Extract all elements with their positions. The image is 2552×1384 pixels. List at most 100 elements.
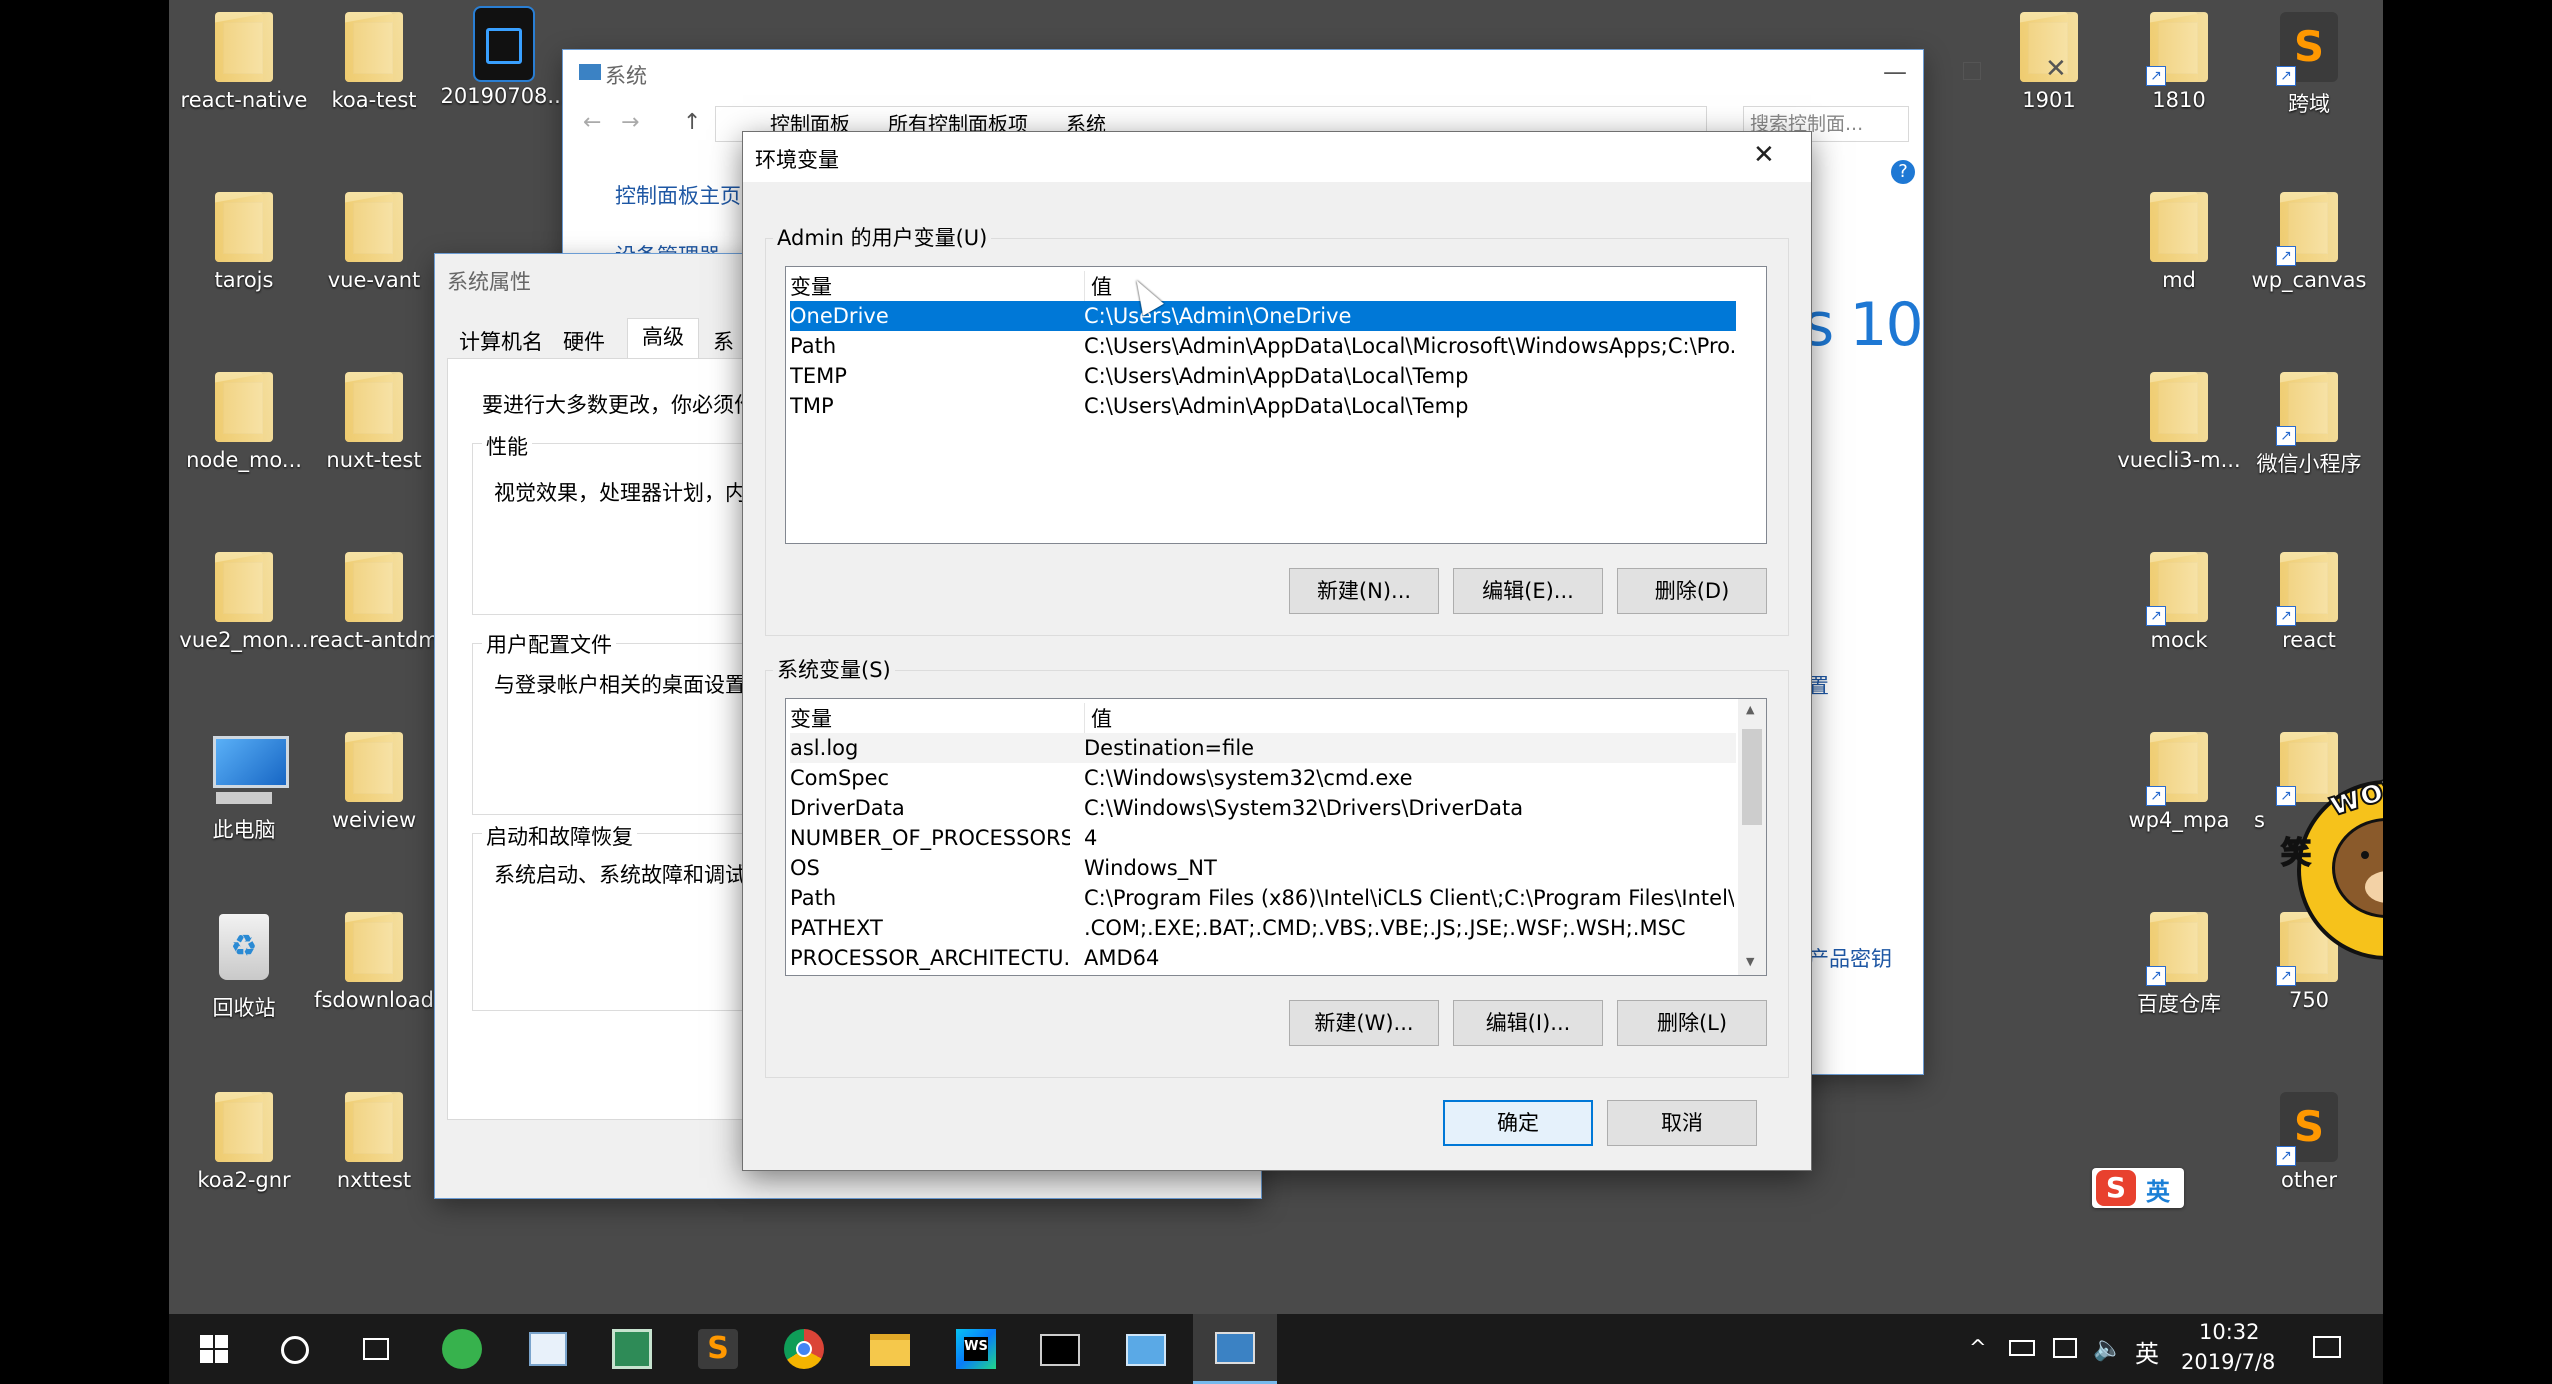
desktop-icon-this-pc[interactable]: 此电脑: [179, 732, 309, 844]
clock-date[interactable]: 2019/7/8: [2181, 1350, 2275, 1374]
tab-advanced[interactable]: 高级: [627, 318, 699, 359]
table-row[interactable]: DriverData C:\Windows\System32\Drivers\D…: [790, 793, 1736, 823]
taskbar-app-chrome[interactable]: [781, 1326, 827, 1372]
user-delete-button[interactable]: 删除(D): [1617, 568, 1767, 614]
table-row[interactable]: ComSpec C:\Windows\system32\cmd.exe: [790, 763, 1736, 793]
desktop-icon-video[interactable]: 20190708...: [439, 6, 569, 108]
help-icon[interactable]: ?: [1891, 160, 1915, 184]
network-icon[interactable]: [2053, 1338, 2077, 1358]
var-value: 4: [1084, 826, 1098, 850]
desktop-icon-recycle-bin[interactable]: ♻ 回收站: [179, 912, 309, 1022]
taskbar-app-sublime[interactable]: S: [695, 1326, 741, 1372]
tab-system-protection[interactable]: 系: [713, 326, 734, 356]
desktop-icon-fsdownload[interactable]: fsdownload: [309, 912, 439, 1012]
user-edit-button[interactable]: 编辑(E)...: [1453, 568, 1603, 614]
volume-icon[interactable]: 🔈: [2093, 1334, 2123, 1362]
scroll-up-arrow-icon[interactable]: ▲: [1746, 703, 1754, 716]
battery-icon[interactable]: [2009, 1340, 2035, 1356]
cancel-button[interactable]: 取消: [1607, 1100, 1757, 1146]
desktop-icon-mock[interactable]: ↗ mock: [2114, 552, 2244, 652]
desktop-icon-vue2-mon[interactable]: vue2_mon...: [179, 552, 309, 652]
scroll-down-arrow-icon[interactable]: ▼: [1746, 955, 1754, 968]
taskbar-app-system-active[interactable]: [1193, 1314, 1277, 1384]
sidebar-link-home[interactable]: 控制面板主页: [615, 180, 741, 210]
user-variables-list[interactable]: 变量 值 OneDrive C:\Users\Admin\OneDrive Pa…: [785, 266, 1767, 544]
desktop-icon-other[interactable]: S ↗ other: [2244, 1092, 2374, 1192]
table-row[interactable]: TEMP C:\Users\Admin\AppData\Local\Temp: [790, 361, 1736, 391]
ok-button[interactable]: 确定: [1443, 1100, 1593, 1146]
maximize-button[interactable]: [1963, 62, 1981, 80]
desktop-icon-cors[interactable]: S ↗ 跨域: [2244, 12, 2374, 118]
taskbar-app-notes[interactable]: [609, 1326, 655, 1372]
ime-badge-lang: 英: [2146, 1178, 2170, 1206]
desktop-icon-baidu-repo[interactable]: ↗ 百度仓库: [2114, 912, 2244, 1018]
action-center-icon[interactable]: [2313, 1336, 2341, 1358]
close-button[interactable]: ✕: [2045, 54, 2067, 84]
back-arrow-icon[interactable]: ←: [583, 110, 601, 135]
table-row[interactable]: OS Windows_NT: [790, 853, 1736, 883]
table-row[interactable]: asl.log Destination=file: [790, 733, 1736, 763]
taskbar-app-control-panel[interactable]: [1123, 1326, 1169, 1372]
system-new-button[interactable]: 新建(W)...: [1289, 1000, 1439, 1046]
table-row[interactable]: NUMBER_OF_PROCESSORS 4: [790, 823, 1736, 853]
system-delete-button[interactable]: 删除(L): [1617, 1000, 1767, 1046]
desktop-icon-label: mock: [2150, 628, 2208, 652]
taskbar-app-wechat[interactable]: [439, 1326, 485, 1372]
table-row[interactable]: OneDrive C:\Users\Admin\OneDrive: [790, 301, 1736, 331]
desktop-icon-md[interactable]: md: [2114, 192, 2244, 292]
desktop-icon-wp4-mpa[interactable]: ↗ wp4_mpa: [2114, 732, 2244, 832]
forward-arrow-icon[interactable]: →: [621, 110, 639, 135]
table-row[interactable]: PROCESSOR_ARCHITECTU... AMD64: [790, 943, 1736, 973]
table-row[interactable]: Path C:\Users\Admin\AppData\Local\Micros…: [790, 331, 1736, 361]
desktop-icon-wp-canvas[interactable]: ↗ wp_canvas: [2244, 192, 2374, 292]
desktop-icon-nxttest[interactable]: nxttest: [309, 1092, 439, 1192]
start-button[interactable]: [191, 1326, 237, 1372]
desktop-icon-nuxt-test[interactable]: nuxt-test: [309, 372, 439, 472]
cortana-button[interactable]: [271, 1326, 317, 1372]
env-dialog-close-button[interactable]: ✕: [1753, 140, 1775, 170]
ime-floating-badge[interactable]: S 英: [2092, 1168, 2184, 1208]
taskbar-app-explorer[interactable]: [867, 1326, 913, 1372]
column-header-variable[interactable]: 变量: [790, 271, 832, 301]
desktop-icon-wechat-miniprogram[interactable]: ↗ 微信小程序: [2244, 372, 2374, 478]
settings-link[interactable]: 置: [1808, 670, 1829, 700]
scroll-thumb[interactable]: [1742, 729, 1762, 825]
tray-overflow-arrow-icon[interactable]: ^: [1969, 1336, 1987, 1360]
var-value: Destination=file: [1084, 736, 1255, 760]
ime-language-indicator[interactable]: 英: [2135, 1334, 2159, 1369]
desktop-icon-react[interactable]: ↗ react: [2244, 552, 2374, 652]
system-list-scrollbar[interactable]: ▲ ▼: [1738, 699, 1766, 975]
product-key-link[interactable]: 产品密钥: [1808, 943, 1892, 973]
system-window-icon: [579, 64, 601, 80]
table-row[interactable]: TMP C:\Users\Admin\AppData\Local\Temp: [790, 391, 1736, 421]
system-variables-label: 系统变量(S): [773, 654, 895, 684]
up-arrow-icon[interactable]: ↑: [683, 110, 701, 135]
system-edit-button[interactable]: 编辑(I)...: [1453, 1000, 1603, 1046]
minimize-button[interactable]: —: [1883, 58, 1907, 86]
tab-computer-name[interactable]: 计算机名: [459, 326, 543, 356]
desktop-icon-tarojs[interactable]: tarojs: [179, 192, 309, 292]
desktop-icon-1810[interactable]: ↗ 1810: [2114, 12, 2244, 112]
task-view-button[interactable]: [353, 1326, 399, 1372]
desktop-icon-vuecli3[interactable]: vuecli3-m...: [2114, 372, 2244, 472]
column-header-value[interactable]: 值: [1084, 271, 1112, 301]
tab-hardware[interactable]: 硬件: [563, 326, 605, 356]
user-new-button[interactable]: 新建(N)...: [1289, 568, 1439, 614]
var-name: NUMBER_OF_PROCESSORS: [790, 826, 1070, 850]
desktop-icon-node-modules[interactable]: node_mo...: [179, 372, 309, 472]
desktop-icon-react-antdm[interactable]: react-antdm: [309, 552, 439, 652]
taskbar-app-webstorm[interactable]: WS: [953, 1326, 999, 1372]
column-header-variable[interactable]: 变量: [790, 703, 832, 733]
desktop-icon-koa-test[interactable]: koa-test: [309, 12, 439, 112]
desktop-icon-koa2-gnr[interactable]: koa2-gnr: [179, 1092, 309, 1192]
table-row[interactable]: PATHEXT .COM;.EXE;.BAT;.CMD;.VBS;.VBE;.J…: [790, 913, 1736, 943]
desktop-icon-react-native[interactable]: react-native: [179, 12, 309, 112]
desktop-icon-weiview[interactable]: weiview: [309, 732, 439, 832]
taskbar-app-terminal[interactable]: [1037, 1326, 1083, 1372]
table-row[interactable]: Path C:\Program Files (x86)\Intel\iCLS C…: [790, 883, 1736, 913]
clock-time[interactable]: 10:32: [2199, 1320, 2260, 1344]
desktop-icon-vue-vant[interactable]: vue-vant: [309, 192, 439, 292]
system-variables-list[interactable]: 变量 值 asl.log Destination=file ComSpec C:…: [785, 698, 1767, 976]
column-header-value[interactable]: 值: [1084, 703, 1112, 733]
taskbar-app-screenshot[interactable]: [525, 1326, 571, 1372]
